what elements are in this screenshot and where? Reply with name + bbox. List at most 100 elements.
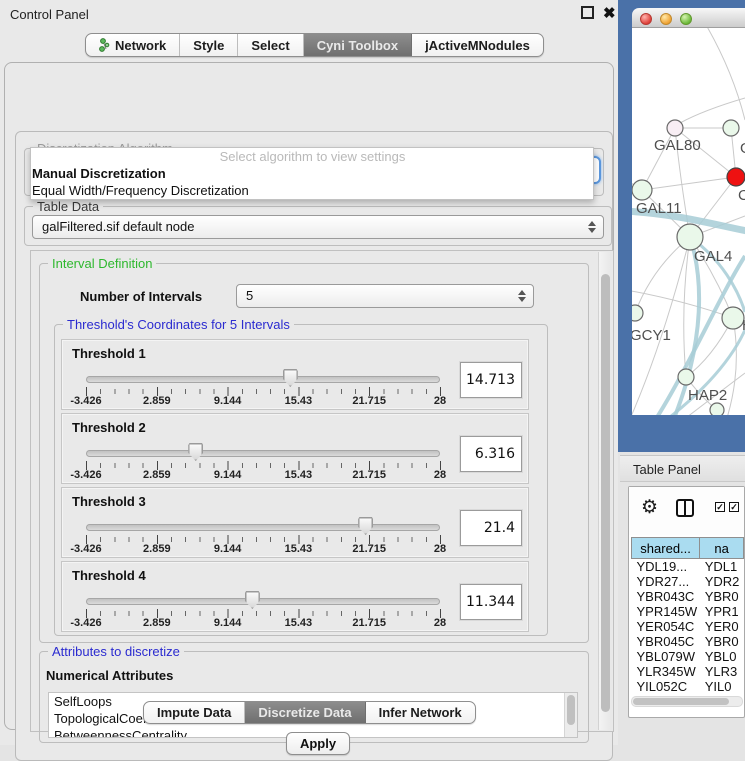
threshold-label: Threshold 1 bbox=[72, 346, 146, 361]
cyni-bottom-tabbar: Impute DataDiscretize DataInfer Network bbox=[143, 701, 476, 724]
close-window-icon[interactable]: ✖ bbox=[603, 4, 616, 22]
number-of-intervals-spinner[interactable]: 5 bbox=[236, 284, 534, 308]
table-cell[interactable]: YDR2 bbox=[700, 574, 744, 589]
network-node-gcy1[interactable] bbox=[632, 305, 643, 321]
table-data-title: Table Data bbox=[33, 199, 103, 214]
table-row[interactable]: YBR045CYBR0 bbox=[632, 634, 744, 649]
threshold-value-field[interactable]: 21.4 bbox=[460, 510, 522, 546]
thresholds-group-title: Threshold's Coordinates for 5 Intervals bbox=[63, 317, 294, 332]
threshold-slider-knob[interactable] bbox=[188, 443, 203, 461]
table-cell[interactable]: YIL0 bbox=[700, 679, 744, 694]
slider-tick-label: 21.715 bbox=[352, 617, 386, 629]
slider-tick-label: 9.144 bbox=[214, 395, 242, 407]
tab-select[interactable]: Select bbox=[238, 34, 303, 56]
network-edge[interactable] bbox=[702, 28, 745, 120]
table-cell[interactable]: YPR1 bbox=[700, 604, 744, 619]
tab-network[interactable]: Network bbox=[86, 34, 180, 56]
network-edge[interactable] bbox=[680, 98, 745, 123]
slider-tick-label: -3.426 bbox=[70, 617, 101, 629]
threshold-label: Threshold 3 bbox=[72, 494, 146, 509]
threshold-slider-track[interactable] bbox=[86, 524, 440, 531]
table-cell[interactable]: YPR145W bbox=[632, 604, 700, 619]
tab-impute-data[interactable]: Impute Data bbox=[144, 702, 245, 723]
network-node-h[interactable] bbox=[722, 307, 744, 329]
network-edge[interactable] bbox=[635, 237, 690, 313]
threshold-value-field[interactable]: 14.713 bbox=[460, 362, 522, 398]
threshold-slider-knob[interactable] bbox=[245, 591, 260, 609]
tab-label: Select bbox=[251, 38, 289, 53]
table-row[interactable]: YDL19...YDL1 bbox=[632, 559, 744, 575]
table-cell[interactable]: YBR0 bbox=[700, 634, 744, 649]
table-cell[interactable]: YDR27... bbox=[632, 574, 700, 589]
table-row[interactable]: YIL052CYIL0 bbox=[632, 679, 744, 694]
threshold-slider-track[interactable] bbox=[86, 376, 440, 383]
mac-minimize-icon[interactable] bbox=[660, 13, 672, 25]
network-node-label: GAL4 bbox=[694, 248, 732, 265]
threshold-slider-track[interactable] bbox=[86, 450, 440, 457]
table-data-combobox[interactable]: galFiltered.sif default node bbox=[32, 215, 604, 239]
network-node-gal4[interactable] bbox=[677, 224, 703, 250]
threshold-slider-knob[interactable] bbox=[283, 369, 298, 387]
threshold-slider-knob[interactable] bbox=[358, 517, 373, 535]
table-cell[interactable]: YBL079W bbox=[632, 649, 700, 664]
column-header-name[interactable]: na bbox=[700, 538, 744, 559]
table-row[interactable]: YBR043CYBR0 bbox=[632, 589, 744, 604]
table-row[interactable]: YDR27...YDR2 bbox=[632, 574, 744, 589]
table-cell[interactable]: YBR043C bbox=[632, 589, 700, 604]
slider-tick-label: -3.426 bbox=[70, 469, 101, 481]
checkbox-icon[interactable]: ✓ bbox=[715, 502, 725, 512]
settings-scrollbar[interactable] bbox=[598, 252, 612, 730]
checkbox-icon[interactable]: ✓ bbox=[729, 502, 739, 512]
attributes-list-scrollbar[interactable] bbox=[564, 693, 577, 737]
gear-icon[interactable]: ⚙ bbox=[641, 496, 658, 519]
threshold-panel-4: Threshold 4-3.4262.8599.14415.4321.71528… bbox=[61, 561, 529, 632]
column-header-shared-name[interactable]: shared... bbox=[632, 538, 700, 559]
table-cell[interactable]: YER0 bbox=[700, 619, 744, 634]
algorithm-option[interactable]: Manual Discretization bbox=[31, 165, 593, 182]
slider-tick-label: 21.715 bbox=[352, 543, 386, 555]
network-canvas[interactable]: GAL80GACGAL11GAL4GCY1HHAP2 bbox=[632, 28, 745, 415]
tab-label: jActiveMNodules bbox=[425, 38, 530, 53]
mac-zoom-icon[interactable] bbox=[680, 13, 692, 25]
float-window-icon[interactable] bbox=[581, 6, 594, 19]
tab-cyni-toolbox[interactable]: Cyni Toolbox bbox=[304, 34, 412, 56]
tab-style[interactable]: Style bbox=[180, 34, 238, 56]
table-cell[interactable]: YDL1 bbox=[700, 559, 744, 575]
network-node-gal80[interactable] bbox=[667, 120, 683, 136]
table-cell[interactable]: YBR0 bbox=[700, 589, 744, 604]
table-row[interactable]: YER054CYER0 bbox=[632, 619, 744, 634]
network-node-hap2[interactable] bbox=[678, 369, 694, 385]
network-edge[interactable] bbox=[642, 177, 736, 190]
threshold-slider-track[interactable] bbox=[86, 598, 440, 605]
table-row[interactable]: YPR145WYPR1 bbox=[632, 604, 744, 619]
algorithm-option[interactable]: Equal Width/Frequency Discretization bbox=[31, 182, 593, 199]
tab-infer-network[interactable]: Infer Network bbox=[366, 702, 475, 723]
table-cell[interactable]: YDL19... bbox=[632, 559, 700, 575]
table-cell[interactable]: YBL0 bbox=[700, 649, 744, 664]
table-cell[interactable]: YIL052C bbox=[632, 679, 700, 694]
tab-discretize-data[interactable]: Discretize Data bbox=[245, 702, 365, 723]
network-node-label: GAL80 bbox=[654, 137, 701, 154]
tab-jactivemnodules[interactable]: jActiveMNodules bbox=[412, 34, 543, 56]
threshold-value-field[interactable]: 6.316 bbox=[460, 436, 522, 472]
apply-button[interactable]: Apply bbox=[286, 732, 350, 755]
table-horizontal-scrollbar[interactable] bbox=[631, 696, 743, 707]
table-cell[interactable]: YER054C bbox=[632, 619, 700, 634]
table-data-group: Table Data galFiltered.sif default node bbox=[24, 206, 612, 246]
table-row[interactable]: YBL079WYBL0 bbox=[632, 649, 744, 664]
table-cell[interactable]: YBR045C bbox=[632, 634, 700, 649]
split-columns-icon[interactable] bbox=[676, 499, 694, 517]
table-cell[interactable]: YLR3 bbox=[700, 664, 744, 679]
table-row[interactable]: YLR345WYLR3 bbox=[632, 664, 744, 679]
network-edge[interactable] bbox=[727, 318, 736, 415]
network-node-gal11[interactable] bbox=[632, 180, 652, 200]
algorithm-option[interactable]: Select algorithm to view settings bbox=[31, 148, 593, 165]
network-edge[interactable] bbox=[632, 237, 690, 415]
threshold-value-field[interactable]: 11.344 bbox=[460, 584, 522, 620]
network-node-b1[interactable] bbox=[710, 403, 724, 415]
network-node-g[interactable] bbox=[723, 120, 739, 136]
table-cell[interactable]: YLR345W bbox=[632, 664, 700, 679]
network-node-red[interactable] bbox=[727, 168, 745, 186]
slider-tick-label: 9.144 bbox=[214, 617, 242, 629]
mac-close-icon[interactable] bbox=[640, 13, 652, 25]
